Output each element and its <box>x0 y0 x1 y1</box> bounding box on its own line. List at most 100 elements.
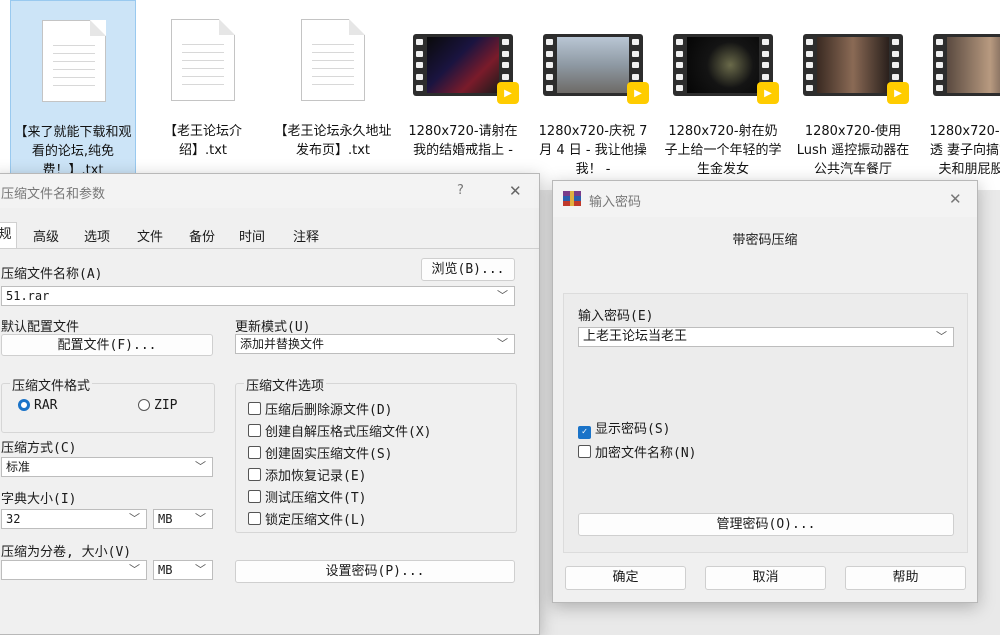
file-item[interactable]: 1280x720-渗透 妻子向搞丈夫和朋屁股 <box>920 0 1000 190</box>
tab-general[interactable]: 规 <box>0 222 17 248</box>
play-badge-icon: ▶ <box>757 82 779 104</box>
dict-unit-select[interactable]: MB ﹀ <box>153 509 213 529</box>
help-button[interactable]: 帮助 <box>845 566 966 590</box>
file-name: 1280x720-射在奶子上给一个年轻的学生金发女 <box>664 124 782 177</box>
close-icon[interactable]: ✕ <box>509 182 522 200</box>
tab-options[interactable]: 选项 <box>84 226 110 245</box>
winrar-app-icon <box>563 191 581 206</box>
show-password-checkbox[interactable]: ✓ 显示密码(S) <box>578 418 670 439</box>
dict-value: 32 <box>6 512 21 526</box>
option-recovery-record[interactable]: 添加恢复记录(E) <box>248 465 366 484</box>
tab-advanced[interactable]: 高级 <box>33 226 59 245</box>
dict-size-select[interactable]: 32 ﹀ <box>1 509 147 529</box>
split-label: 压缩为分卷, 大小(V) <box>1 545 132 560</box>
chevron-down-icon[interactable]: ﹀ <box>497 287 508 305</box>
chevron-down-icon[interactable]: ﹀ <box>195 458 206 476</box>
chevron-down-icon[interactable]: ﹀ <box>497 335 508 353</box>
update-mode-select[interactable]: 添加并替换文件 ﹀ <box>235 334 515 354</box>
file-name: 1280x720-渗透 妻子向搞丈夫和朋屁股 <box>929 124 1000 177</box>
password-heading: 带密码压缩 <box>732 233 798 248</box>
text-file-icon <box>153 10 253 110</box>
play-badge-icon: ▶ <box>887 82 909 104</box>
chevron-down-icon[interactable]: ﹀ <box>129 561 140 579</box>
password-value: 上老王论坛当老王 <box>583 329 688 344</box>
dict-label: 字典大小(I) <box>1 492 77 507</box>
file-item[interactable]: ▶ 1280x720-请射在我的结婚戒指上 - <box>400 0 526 190</box>
password-label: 输入密码(E) <box>578 309 654 324</box>
chevron-down-icon[interactable]: ﹀ <box>129 510 140 528</box>
file-name: 【老王论坛介绍】.txt <box>163 124 242 158</box>
update-mode-value: 添加并替换文件 <box>240 337 325 351</box>
set-password-button[interactable]: 设置密码(P)... <box>235 560 515 583</box>
chevron-down-icon[interactable]: ﹀ <box>195 561 206 579</box>
option-delete-files[interactable]: 压缩后删除源文件(D) <box>248 399 392 418</box>
file-item[interactable]: ▶ 1280x720-庆祝 7 月 4 日 - 我让他操我！ - <box>530 0 656 190</box>
play-badge-icon: ▶ <box>497 82 519 104</box>
split-size-input[interactable]: ﹀ <box>1 560 147 580</box>
cancel-button[interactable]: 取消 <box>705 566 826 590</box>
archive-dialog-titlebar: 压缩文件名和参数 ? ✕ <box>0 174 539 208</box>
dict-unit-value: MB <box>158 512 173 526</box>
chevron-down-icon[interactable]: ﹀ <box>195 510 206 528</box>
option-lock-archive[interactable]: 锁定压缩文件(L) <box>248 509 366 528</box>
file-item[interactable]: ▶ 1280x720-使用 Lush 遥控振动器在公共汽车餐厅 <box>790 0 916 190</box>
split-unit-select[interactable]: MB ﹀ <box>153 560 213 580</box>
option-label: 锁定压缩文件(L) <box>265 513 367 528</box>
encrypt-names-checkbox[interactable]: 加密文件名称(N) <box>578 442 696 461</box>
chevron-down-icon[interactable]: ﹀ <box>936 328 947 346</box>
format-rar-label: RAR <box>34 398 58 413</box>
method-select[interactable]: 标准 ﹀ <box>1 457 213 477</box>
option-label: 添加恢复记录(E) <box>265 469 367 484</box>
ok-button[interactable]: 确定 <box>565 566 686 590</box>
checkbox-icon <box>248 512 261 525</box>
tab-backup[interactable]: 备份 <box>189 226 215 245</box>
method-value: 标准 <box>6 460 31 474</box>
checkbox-icon <box>248 490 261 503</box>
play-badge-icon: ▶ <box>627 82 649 104</box>
close-icon[interactable]: ✕ <box>949 190 962 208</box>
radio-selected-icon <box>18 399 30 411</box>
option-solid-archive[interactable]: 创建固实压缩文件(S) <box>248 443 392 462</box>
split-unit-value: MB <box>158 563 173 577</box>
file-item[interactable]: ▶ 1280x720-射在奶子上给一个年轻的学生金发女 <box>660 0 786 190</box>
format-zip-label: ZIP <box>154 398 178 413</box>
format-zip-radio[interactable]: ZIP <box>138 398 177 413</box>
format-rar-radio[interactable]: RAR <box>18 398 57 413</box>
option-create-sfx[interactable]: 创建自解压格式压缩文件(X) <box>248 421 431 440</box>
video-thumbnail: ▶ <box>803 10 909 110</box>
browse-button[interactable]: 浏览(B)... <box>421 258 515 281</box>
tab-files[interactable]: 文件 <box>137 226 163 245</box>
profiles-label: 默认配置文件 <box>1 320 80 335</box>
file-name: 【老王论坛永久地址发布页】.txt <box>274 124 392 158</box>
archive-name-label: 压缩文件名称(A) <box>1 267 103 282</box>
archive-name-value: 51.rar <box>6 289 50 303</box>
radio-icon <box>138 399 150 411</box>
profiles-button[interactable]: 配置文件(F)... <box>1 334 213 356</box>
archive-name-input[interactable]: 51.rar ﹀ <box>1 286 515 306</box>
checkbox-icon <box>578 445 591 458</box>
text-file-icon <box>24 11 124 111</box>
file-item[interactable]: 【来了就能下载和观看的论坛,纯免费！】.txt <box>10 0 136 190</box>
text-file-icon <box>283 10 383 110</box>
password-dialog: 输入密码 ✕ 带密码压缩 输入密码(E) 上老王论坛当老王 ﹀ ✓ 显示密码(S)… <box>552 180 978 603</box>
archive-dialog: 压缩文件名和参数 ? ✕ 规 高级 选项 文件 备份 时间 注释 压缩文件名称(… <box>0 173 540 635</box>
encrypt-names-label: 加密文件名称(N) <box>595 446 697 461</box>
file-name: 1280x720-请射在我的结婚戒指上 - <box>408 124 518 158</box>
tab-comment[interactable]: 注释 <box>293 226 319 245</box>
archive-format-group: 压缩文件格式 RAR ZIP <box>1 375 215 433</box>
tab-time[interactable]: 时间 <box>239 226 265 245</box>
checkbox-icon <box>248 424 261 437</box>
file-item[interactable]: 【老王论坛介绍】.txt <box>140 0 266 190</box>
archive-format-legend: 压缩文件格式 <box>10 375 93 394</box>
archive-options-legend: 压缩文件选项 <box>244 375 327 394</box>
checkbox-icon <box>248 468 261 481</box>
option-test-archive[interactable]: 测试压缩文件(T) <box>248 487 366 506</box>
file-item[interactable]: 【老王论坛永久地址发布页】.txt <box>270 0 396 190</box>
dialog-title: 压缩文件名和参数 <box>1 187 106 202</box>
password-panel: 输入密码(E) 上老王论坛当老王 ﹀ ✓ 显示密码(S) 加密文件名称(N) 管理… <box>563 293 968 553</box>
manage-passwords-button[interactable]: 管理密码(O)... <box>578 513 954 536</box>
help-button[interactable]: ? <box>457 183 464 198</box>
password-input[interactable]: 上老王论坛当老王 ﹀ <box>578 327 954 347</box>
checkbox-icon <box>248 446 261 459</box>
checkbox-checked-icon: ✓ <box>578 426 591 439</box>
